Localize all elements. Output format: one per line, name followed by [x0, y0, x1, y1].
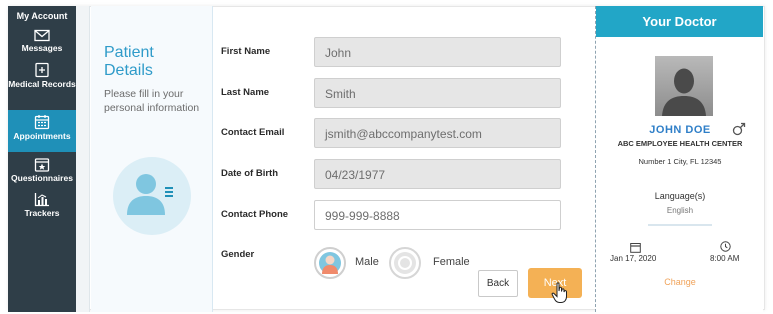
first-name-label: First Name — [221, 46, 271, 57]
sidebar-item-label: Messages — [21, 43, 63, 53]
phone-label: Contact Phone — [221, 209, 289, 220]
language-label: Language(s) — [654, 191, 706, 201]
calendar-icon — [630, 243, 641, 253]
divider — [648, 224, 712, 226]
sidebar-account-heading[interactable]: My Account — [8, 6, 76, 26]
sidebar-item-trackers[interactable]: Trackers — [8, 188, 76, 228]
sidebar: My Account Messages Medical Records Appo… — [8, 6, 76, 312]
phone-field[interactable]: 999-999-8888 — [314, 200, 561, 230]
email-field[interactable]: jsmith@abccompanytest.com — [314, 118, 561, 148]
first-name-field[interactable]: John — [314, 37, 561, 67]
star-calendar-icon — [34, 158, 50, 172]
email-label: Contact Email — [221, 127, 285, 138]
sidebar-item-label: Questionnaires — [11, 173, 73, 183]
doctor-avatar — [655, 56, 713, 116]
sidebar-item-questionnaires[interactable]: Questionnaires — [8, 152, 76, 188]
patient-form-icon — [113, 157, 191, 235]
envelope-icon — [34, 29, 50, 42]
gender-label: Gender — [221, 249, 255, 260]
panel-divider — [76, 6, 90, 312]
sidebar-item-messages[interactable]: Messages — [8, 26, 76, 58]
doctor-health-center: ABC EMPLOYEE HEALTH CENTER — [617, 139, 743, 148]
gender-female-label[interactable]: Female — [433, 256, 470, 268]
doctor-address: Number 1 City, FL 12345 — [638, 157, 722, 166]
sidebar-item-appointments[interactable]: Appointments — [8, 110, 76, 152]
doctor-card: Your Doctor JOHN DOE ABC EMPLOYEE HEALTH… — [595, 6, 763, 312]
sidebar-item-label: Appointments — [13, 131, 71, 141]
sidebar-item-label: Trackers — [24, 208, 60, 218]
clock-icon — [720, 241, 731, 252]
page-subtitle: Please fill in your personal information — [104, 88, 200, 114]
calendar-icon — [34, 115, 50, 130]
back-button[interactable]: Back — [478, 270, 518, 297]
sidebar-item-label: Medical Records — [8, 79, 76, 89]
medical-record-icon — [35, 62, 49, 78]
gender-male-label[interactable]: Male — [355, 256, 379, 268]
last-name-field[interactable]: Smith — [314, 78, 561, 108]
male-avatar-icon — [319, 252, 341, 274]
chart-icon — [34, 193, 49, 207]
sidebar-item-medical-records[interactable]: Medical Records — [8, 58, 76, 110]
patient-details-panel: Patient Details Please fill in your pers… — [91, 6, 213, 312]
appointment-time: 8:00 AM — [710, 254, 740, 263]
female-avatar-icon — [394, 252, 416, 274]
hand-cursor-icon — [551, 282, 567, 303]
dob-label: Date of Birth — [221, 168, 278, 179]
appointment-date: Jan 17, 2020 — [610, 254, 657, 263]
last-name-label: Last Name — [221, 87, 270, 98]
patient-form: First Name John Last Name Smith Contact … — [214, 6, 594, 312]
page-title: Patient Details — [104, 44, 154, 79]
doctor-card-header: Your Doctor — [596, 6, 763, 37]
dob-field[interactable]: 04/23/1977 — [314, 159, 561, 189]
change-link[interactable]: Change — [596, 277, 764, 287]
gender-male-radio[interactable] — [314, 247, 346, 279]
gender-female-radio[interactable] — [389, 247, 421, 279]
male-symbol-icon — [732, 122, 746, 136]
language-value: English — [666, 206, 694, 215]
